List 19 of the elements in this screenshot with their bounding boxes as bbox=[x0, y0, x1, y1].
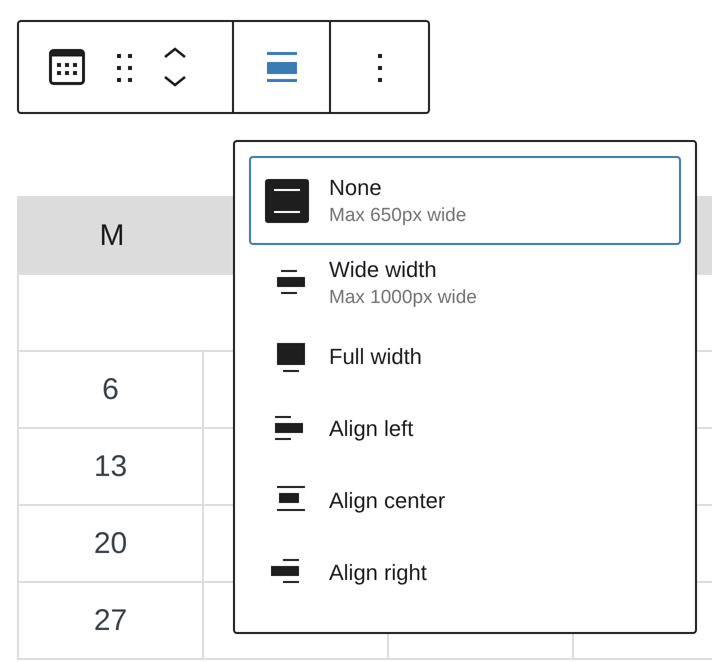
menu-item[interactable]: Align left bbox=[249, 393, 681, 465]
menu-item[interactable]: Align center bbox=[249, 465, 681, 537]
table-cell: 6 bbox=[19, 352, 204, 427]
menu-item-label: Align center bbox=[329, 487, 446, 515]
table-cell: 20 bbox=[19, 506, 204, 581]
table-cell: 27 bbox=[19, 583, 204, 658]
menu-item-description: Max 1000px wide bbox=[329, 286, 477, 310]
table-header-cell-text: M bbox=[98, 218, 126, 254]
menu-item-label: Align left bbox=[329, 415, 414, 443]
table-cell: 13 bbox=[19, 429, 204, 504]
menu-item-label: Wide width bbox=[329, 256, 438, 284]
menu-item-label: Full width bbox=[329, 343, 422, 371]
menu-item-label: Align right bbox=[329, 559, 427, 587]
menu-item[interactable]: Full width bbox=[249, 321, 681, 393]
menu-item[interactable]: Wide width Max 1000px wide bbox=[249, 245, 681, 321]
menu-item[interactable]: Align right bbox=[249, 537, 681, 609]
menu-item[interactable]: None Max 650px wide bbox=[249, 156, 681, 245]
menu-item-description: Max 650px wide bbox=[329, 204, 466, 228]
menu-item-label: None bbox=[329, 174, 383, 202]
